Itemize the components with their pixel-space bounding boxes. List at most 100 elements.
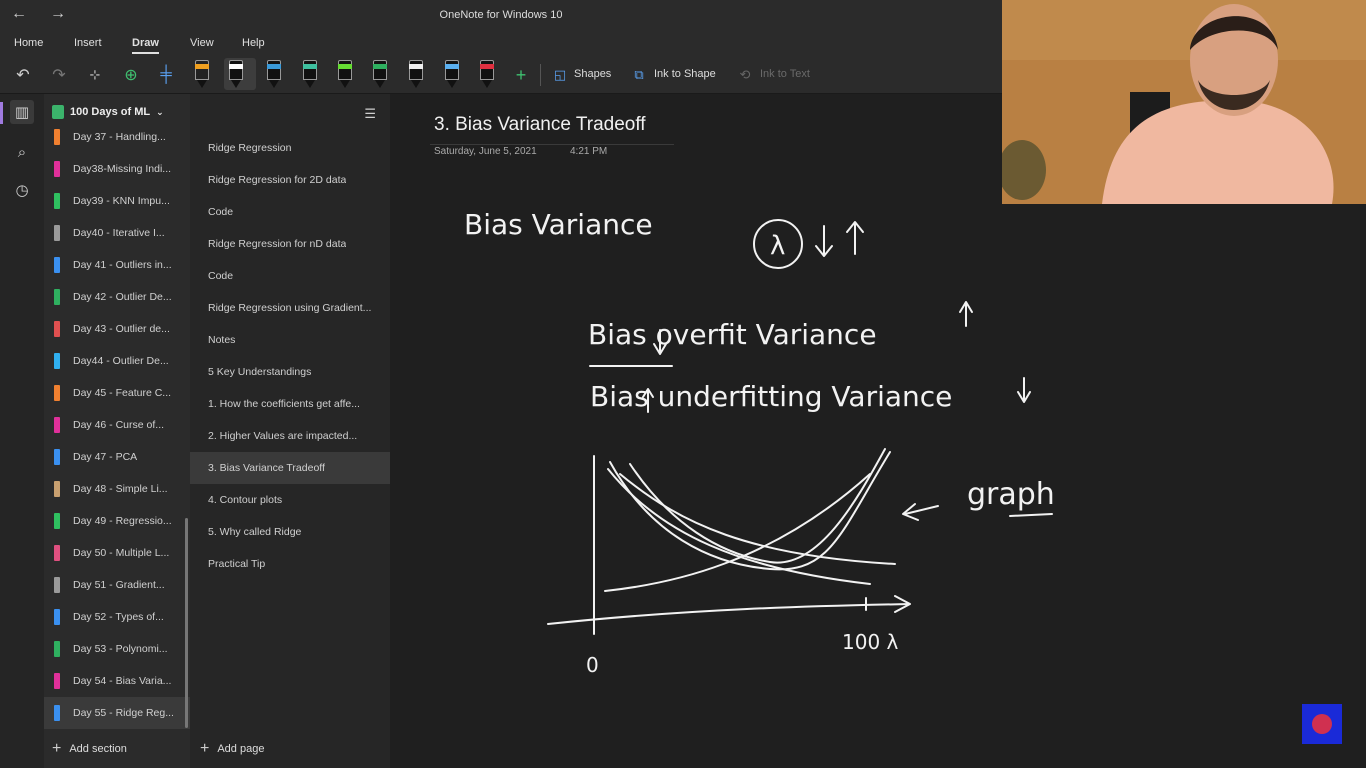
ink-to-text-icon[interactable]: ⟲ — [734, 64, 756, 86]
white-pen[interactable] — [224, 58, 256, 90]
plus-icon: + — [52, 740, 62, 757]
add-page-button[interactable]: + Add page — [200, 740, 264, 758]
sections-scrollbar[interactable] — [185, 518, 188, 728]
section-label: Day 45 - Feature C... — [73, 387, 172, 399]
tab-view[interactable]: View — [190, 37, 214, 49]
section-item[interactable]: Day 45 - Feature C... — [44, 377, 190, 409]
rail-active-indicator — [0, 102, 3, 124]
tab-insert[interactable]: Insert — [74, 37, 102, 49]
webcam-overlay — [1002, 0, 1366, 204]
recent-clock-icon[interactable]: ◷ — [10, 178, 34, 202]
sort-icon[interactable]: ☰ — [364, 106, 376, 122]
pages-pane: ☰ Ridge Regression Ridge Regression for 2… — [190, 94, 390, 768]
blue-pen[interactable] — [262, 58, 286, 90]
section-item[interactable]: Day 48 - Simple Li... — [44, 473, 190, 505]
section-item[interactable]: Day 37 - Handling... — [44, 121, 190, 153]
page-label: Ridge Regression for nD data — [208, 238, 347, 250]
tab-home[interactable]: Home — [14, 37, 43, 49]
sections-pane: 100 Days of ML ⌄ Day 37 - Handling... Day… — [44, 94, 190, 768]
teal-pen[interactable] — [298, 58, 322, 90]
add-section-button[interactable]: + Add section — [52, 740, 127, 758]
section-color-tab — [54, 705, 60, 721]
graph-x-axis — [547, 595, 911, 625]
logo-icon — [1302, 704, 1342, 744]
section-item[interactable]: Day 51 - Gradient... — [44, 569, 190, 601]
plus-icon: + — [200, 740, 210, 757]
section-item[interactable]: Day 50 - Multiple L... — [44, 537, 190, 569]
section-label: Day 42 - Outlier De... — [73, 291, 172, 303]
section-item[interactable]: Day 52 - Types of... — [44, 601, 190, 633]
ink-bias-variance: Bias Variance — [464, 208, 653, 241]
page-item[interactable]: Practical Tip — [190, 548, 390, 580]
page-item[interactable]: 3. Bias Variance Tradeoff — [190, 452, 390, 484]
section-item[interactable]: Day 42 - Outlier De... — [44, 281, 190, 313]
add-pen-icon[interactable]: + — [510, 64, 532, 86]
white-pen-2[interactable] — [404, 58, 428, 90]
page-label: Ridge Regression for 2D data — [208, 174, 347, 186]
add-space-icon[interactable]: ⊕ — [120, 64, 142, 86]
ink-to-text-button[interactable]: Ink to Text — [760, 68, 810, 80]
red-pen[interactable] — [475, 58, 499, 90]
section-item[interactable]: Day44 - Outlier De... — [44, 345, 190, 377]
redo-icon[interactable]: ↷ — [48, 64, 70, 86]
page-item[interactable]: Ridge Regression for nD data — [190, 228, 390, 260]
section-item[interactable]: Day 55 - Ridge Reg... — [44, 697, 190, 729]
page-item[interactable]: Ridge Regression using Gradient... — [190, 292, 390, 324]
section-color-tab — [54, 289, 60, 305]
undo-icon[interactable]: ↶ — [12, 64, 34, 86]
section-color-tab — [54, 385, 60, 401]
highlighter-orange-pen[interactable] — [190, 58, 214, 90]
shapes-icon[interactable]: ◱ — [549, 64, 571, 86]
lasso-select-icon[interactable]: ⊹ — [84, 64, 106, 86]
green-pen[interactable] — [368, 58, 392, 90]
search-icon[interactable]: ⌕ — [10, 140, 34, 164]
section-label: Day 54 - Bias Varia... — [73, 675, 172, 687]
ink-to-shape-button[interactable]: Ink to Shape — [654, 68, 716, 80]
section-item[interactable]: Day 53 - Polynomi... — [44, 633, 190, 665]
page-item[interactable]: Ridge Regression — [190, 132, 390, 164]
section-item[interactable]: Day 41 - Outliers in... — [44, 249, 190, 281]
page-item[interactable]: 4. Contour plots — [190, 484, 390, 516]
page-item[interactable]: 1. How the coefficients get affe... — [190, 388, 390, 420]
notebook-selector[interactable]: 100 Days of ML ⌄ — [52, 105, 164, 119]
page-item[interactable]: Code — [190, 196, 390, 228]
page-label: Practical Tip — [208, 558, 266, 570]
page-item[interactable]: 5 Key Understandings — [190, 356, 390, 388]
notebooks-icon[interactable]: ▥ — [10, 100, 34, 124]
add-section-label: Add section — [69, 743, 127, 755]
variance-down-arrow — [1017, 377, 1031, 403]
section-color-tab — [54, 225, 60, 241]
section-color-tab — [54, 353, 60, 369]
section-item[interactable]: Day40 - Iterative I... — [44, 217, 190, 249]
shapes-button[interactable]: Shapes — [574, 68, 611, 80]
light-blue-pen[interactable] — [440, 58, 464, 90]
section-item[interactable]: Day 49 - Regressio... — [44, 505, 190, 537]
page-item[interactable]: 2. Higher Values are impacted... — [190, 420, 390, 452]
section-label: Day 53 - Polynomi... — [73, 643, 168, 655]
section-label: Day44 - Outlier De... — [73, 355, 169, 367]
section-color-tab — [54, 545, 60, 561]
page-item[interactable]: 5. Why called Ridge — [190, 516, 390, 548]
section-label: Day40 - Iterative I... — [73, 227, 165, 239]
ink-to-shape-icon[interactable]: ⧉ — [628, 64, 650, 86]
section-label: Day 47 - PCA — [73, 451, 138, 463]
tab-help[interactable]: Help — [242, 37, 265, 49]
section-label: Day 55 - Ridge Reg... — [73, 707, 174, 719]
page-item[interactable]: Notes — [190, 324, 390, 356]
ink-axis-zero: 0 — [586, 653, 599, 677]
section-item[interactable]: Day 47 - PCA — [44, 441, 190, 473]
section-label: Day 52 - Types of... — [73, 611, 164, 623]
eraser-icon[interactable]: ╪ — [155, 64, 177, 86]
section-item[interactable]: Day38-Missing Indi... — [44, 153, 190, 185]
section-color-tab — [54, 193, 60, 209]
page-item[interactable]: Code — [190, 260, 390, 292]
tab-draw[interactable]: Draw — [132, 37, 159, 54]
section-item[interactable]: Day 46 - Curse of... — [44, 409, 190, 441]
section-item[interactable]: Day 54 - Bias Varia... — [44, 665, 190, 697]
variance-curve — [629, 448, 886, 564]
section-item[interactable]: Day39 - KNN Impu... — [44, 185, 190, 217]
section-item[interactable]: Day 43 - Outlier de... — [44, 313, 190, 345]
page-item[interactable]: Ridge Regression for 2D data — [190, 164, 390, 196]
green-highlighter[interactable] — [333, 58, 357, 90]
chevron-down-icon: ⌄ — [156, 106, 164, 117]
